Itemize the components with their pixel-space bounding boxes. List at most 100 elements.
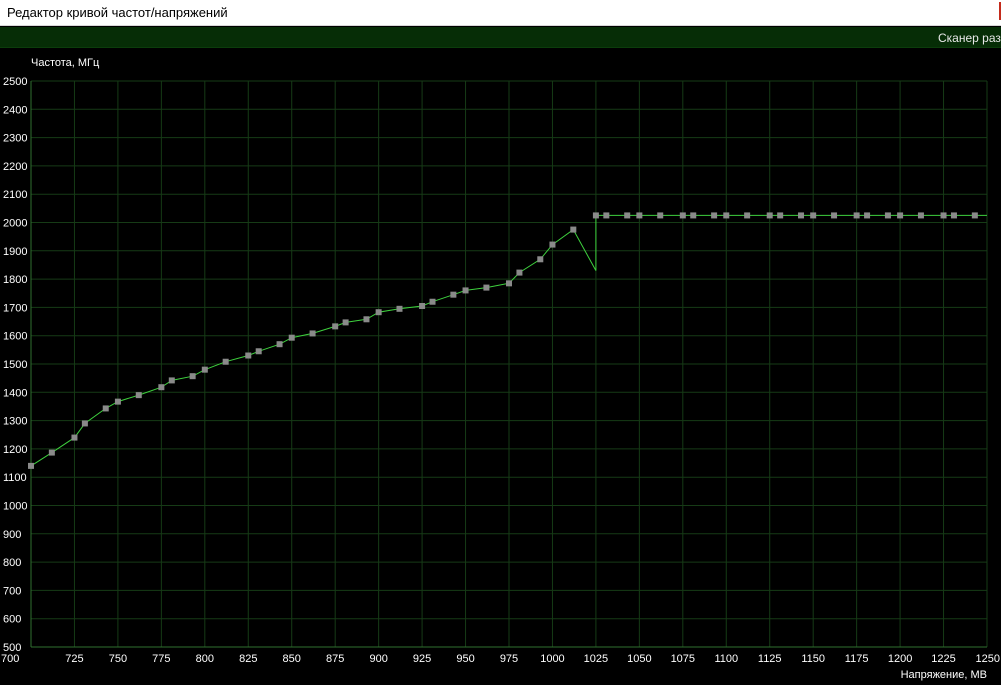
y-tick-label: 2200	[3, 161, 27, 173]
x-tick-label: 775	[152, 653, 170, 665]
y-tick-label: 1900	[3, 246, 27, 258]
curve-point	[255, 348, 262, 355]
curve-point	[831, 212, 838, 219]
curve-point	[309, 330, 316, 337]
curve-point	[276, 341, 283, 348]
curve-point	[342, 319, 349, 326]
curve-point	[245, 352, 252, 359]
x-tick-label: 1225	[931, 653, 955, 665]
x-tick-label: 1125	[758, 653, 782, 665]
x-tick-label: 750	[109, 653, 127, 665]
curve-point	[450, 291, 457, 298]
y-tick-label: 1700	[3, 302, 27, 314]
curve-point	[711, 212, 718, 219]
curve-point	[483, 284, 490, 291]
curve-point	[884, 212, 891, 219]
curve-point	[723, 212, 730, 219]
x-tick-label: 950	[456, 653, 474, 665]
x-tick-label: 1100	[714, 653, 738, 665]
curve-point	[570, 226, 577, 233]
x-tick-label: 700	[1, 653, 19, 665]
x-tick-label: 975	[500, 653, 518, 665]
x-tick-label: 850	[283, 653, 301, 665]
curve-point	[603, 212, 610, 219]
curve-point	[48, 449, 55, 456]
y-tick-label: 2000	[3, 218, 27, 230]
curve-point	[971, 212, 978, 219]
y-tick-label: 1600	[3, 331, 27, 343]
curve-point	[189, 373, 196, 380]
curve-point	[624, 212, 631, 219]
curve-point	[396, 305, 403, 312]
vf-curve-chart[interactable]: 5006007008009001000110012001300140015001…	[0, 0, 1001, 685]
curve-point	[201, 366, 208, 373]
y-tick-label: 2100	[3, 189, 27, 201]
curve-point	[332, 323, 339, 330]
curve-point	[288, 334, 295, 341]
y-tick-label: 800	[3, 557, 21, 569]
y-tick-label: 1100	[3, 472, 27, 484]
curve-point	[853, 212, 860, 219]
curve-point	[71, 434, 78, 441]
curve-point	[168, 377, 175, 384]
curve-point	[592, 212, 599, 219]
y-tick-label: 1800	[3, 274, 27, 286]
curve-point	[506, 280, 512, 287]
y-tick-label: 1000	[3, 501, 27, 513]
curve-point	[375, 309, 382, 316]
x-tick-label: 1025	[584, 653, 608, 665]
curve-point	[940, 212, 947, 219]
curve-point	[766, 212, 773, 219]
x-tick-label: 900	[369, 653, 387, 665]
curve-point	[462, 287, 469, 294]
curve-point	[917, 212, 924, 219]
x-tick-label: 1250	[976, 653, 1000, 665]
curve-point	[419, 302, 426, 309]
x-tick-label: 875	[326, 653, 344, 665]
curve-point	[798, 212, 805, 219]
y-tick-label: 2400	[3, 104, 27, 116]
curve-point	[516, 269, 523, 276]
curve-point	[549, 241, 556, 248]
curve-point	[135, 392, 142, 399]
x-tick-label: 800	[196, 653, 214, 665]
y-tick-labels: 5006007008009001000110012001300140015001…	[3, 76, 27, 654]
y-tick-label: 900	[3, 529, 21, 541]
curve-point	[28, 462, 34, 469]
y-tick-label: 700	[3, 585, 21, 597]
curve-point	[363, 316, 370, 323]
chart-grid	[30, 80, 988, 648]
x-tick-label: 1175	[845, 653, 869, 665]
x-tick-label: 925	[413, 653, 431, 665]
curve-point	[810, 212, 817, 219]
y-tick-label: 1300	[3, 416, 27, 428]
curve-point	[744, 212, 751, 219]
y-tick-label: 1200	[3, 444, 27, 456]
y-axis-label: Частота, МГц	[31, 57, 100, 69]
curve-point	[657, 212, 664, 219]
y-tick-label: 2300	[3, 133, 27, 145]
curve-point	[950, 212, 957, 219]
x-tick-label: 1150	[801, 653, 825, 665]
x-tick-label: 1075	[671, 653, 695, 665]
curve-point	[777, 212, 784, 219]
x-tick-label: 725	[65, 653, 83, 665]
curve-point	[690, 212, 697, 219]
x-tick-label: 1000	[540, 653, 564, 665]
y-tick-label: 1500	[3, 359, 27, 371]
x-tick-label: 825	[239, 653, 257, 665]
curve-point	[222, 358, 229, 365]
curve-point	[429, 298, 436, 305]
curve-point	[897, 212, 904, 219]
curve-point	[81, 420, 88, 427]
curve-point	[114, 398, 121, 405]
curve-point	[102, 405, 109, 412]
curve-point	[636, 212, 643, 219]
y-tick-label: 1400	[3, 387, 27, 399]
curve-point	[158, 384, 165, 391]
x-tick-label: 1200	[888, 653, 912, 665]
curve-point	[537, 256, 544, 263]
y-tick-label: 2500	[3, 76, 27, 88]
y-tick-label: 600	[3, 614, 21, 626]
x-tick-label: 1050	[627, 653, 651, 665]
